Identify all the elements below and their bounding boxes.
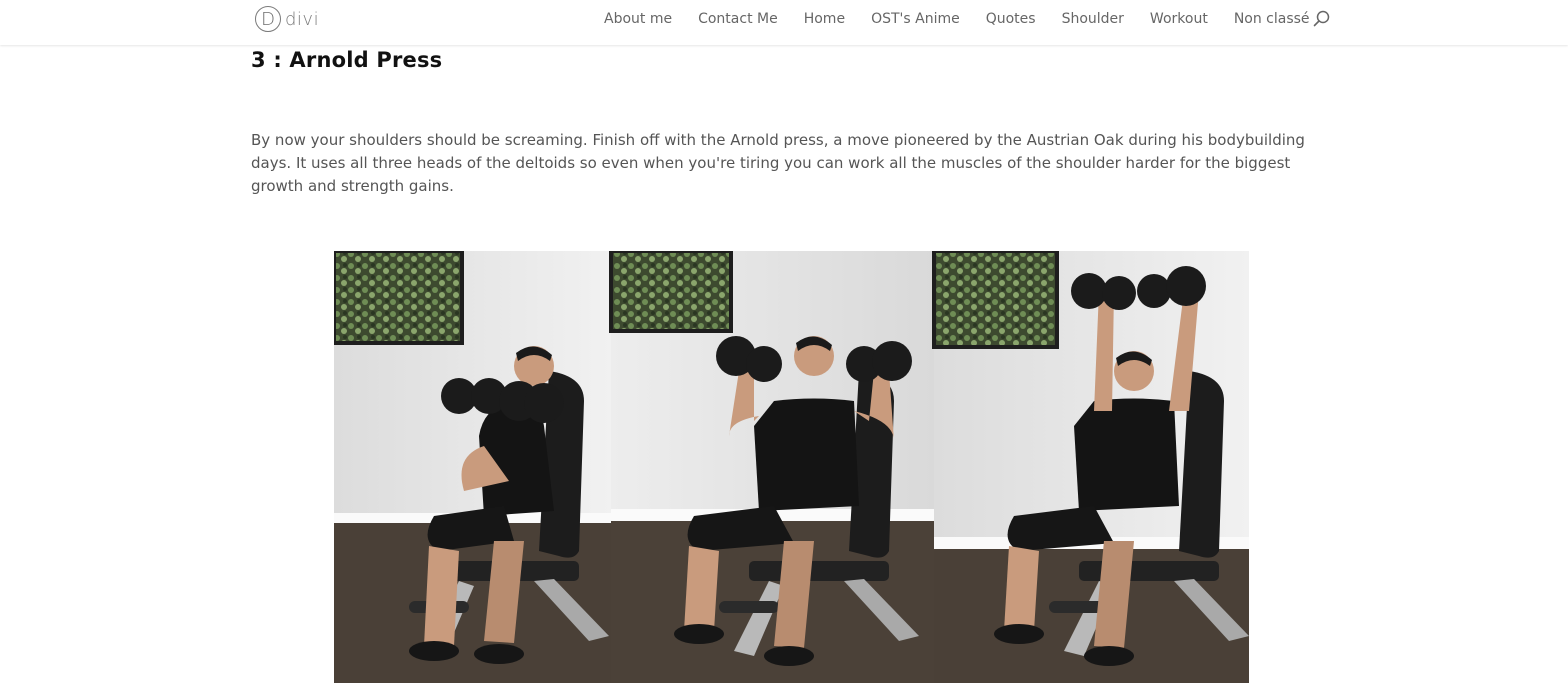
section-heading: 3 : Arnold Press: [251, 48, 443, 72]
logo-mark: D: [255, 6, 281, 32]
article-paragraph: By now your shoulders should be screamin…: [251, 131, 1305, 195]
main-nav: About me Contact Me Home OST's Anime Quo…: [604, 0, 1310, 38]
nav-item-contact-me[interactable]: Contact Me: [698, 11, 778, 27]
nav-item-quotes[interactable]: Quotes: [986, 11, 1036, 27]
nav-item-osts-anime[interactable]: OST's Anime: [871, 11, 960, 27]
arnold-press-photo: [334, 251, 1249, 683]
nav-item-workout[interactable]: Workout: [1150, 11, 1208, 27]
nav-item-shoulder[interactable]: Shoulder: [1062, 11, 1124, 27]
nav-item-non-classe[interactable]: Non classé: [1234, 11, 1310, 27]
nav-item-home[interactable]: Home: [804, 11, 845, 27]
site-header: D divi About me Contact Me Home OST's An…: [0, 0, 1568, 45]
search-icon[interactable]: [1312, 9, 1332, 29]
nav-item-about-me[interactable]: About me: [604, 11, 672, 27]
logo-text: divi: [285, 8, 320, 30]
site-logo[interactable]: D divi: [255, 4, 319, 34]
